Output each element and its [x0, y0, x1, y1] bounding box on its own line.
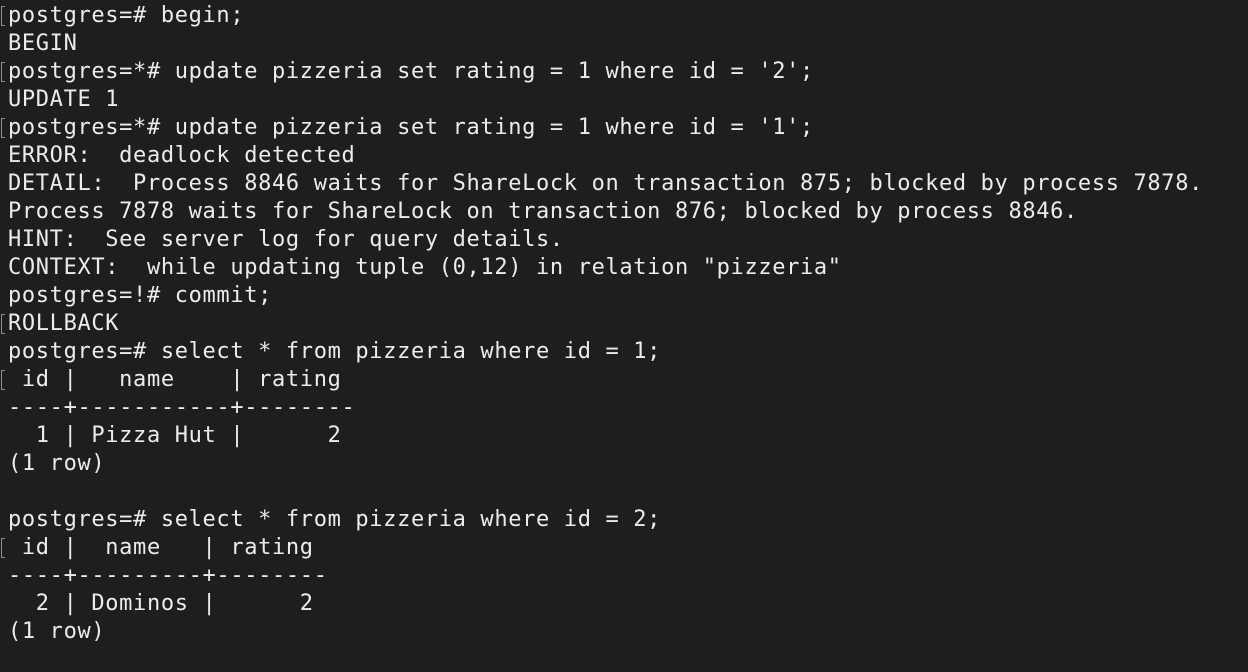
- command-mark-icon: [1, 370, 5, 390]
- terminal-line: id | name | rating: [8, 535, 314, 560]
- terminal-line: DETAIL: Process 8846 waits for ShareLock…: [8, 171, 1203, 196]
- terminal-line: postgres=*# update pizzeria set rating =…: [8, 59, 814, 84]
- terminal-line: (1 row): [8, 451, 106, 476]
- terminal-line: (1 row): [8, 619, 106, 644]
- terminal-line: postgres=!# commit;: [8, 283, 273, 308]
- terminal-line: postgres=# select * from pizzeria where …: [8, 339, 662, 364]
- terminal-line: ----+---------+--------: [8, 563, 328, 588]
- terminal-line: ERROR: deadlock detected: [8, 143, 356, 168]
- terminal-line: Process 7878 waits for ShareLock on tran…: [8, 199, 1078, 224]
- terminal-window[interactable]: postgres=# begin; BEGIN postgres=*# upda…: [0, 0, 1248, 672]
- command-mark-icon: [1, 118, 5, 138]
- terminal-line: id | name | rating: [8, 367, 342, 392]
- terminal-line: ----+-----------+--------: [8, 395, 356, 420]
- terminal-line: postgres=# begin;: [8, 3, 245, 28]
- command-mark-icon: [1, 62, 5, 82]
- terminal-line: 1 | Pizza Hut | 2: [8, 423, 342, 448]
- terminal-line: CONTEXT: while updating tuple (0,12) in …: [8, 255, 842, 280]
- terminal-line: 2 | Dominos | 2: [8, 591, 314, 616]
- terminal-line: ROLLBACK: [8, 311, 120, 336]
- terminal-line: HINT: See server log for query details.: [8, 227, 564, 252]
- command-mark-icon: [1, 314, 5, 334]
- terminal-line: UPDATE 1: [8, 87, 120, 112]
- command-mark-icon: [1, 6, 5, 26]
- terminal-line: postgres=*# update pizzeria set rating =…: [8, 115, 814, 140]
- terminal-line: BEGIN: [8, 31, 78, 56]
- command-mark-icon: [1, 538, 5, 558]
- terminal-line: postgres=# select * from pizzeria where …: [8, 507, 662, 532]
